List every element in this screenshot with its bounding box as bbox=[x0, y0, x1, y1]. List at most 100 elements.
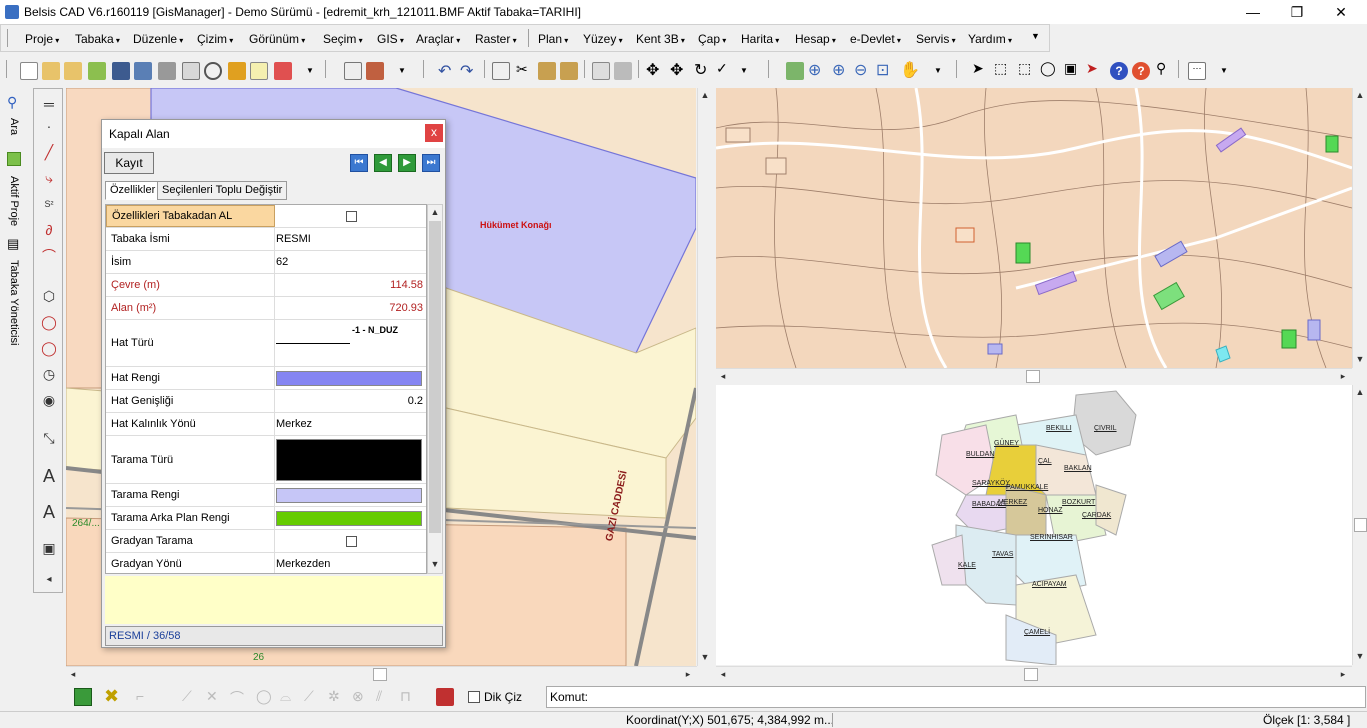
text-along-icon[interactable]: S² bbox=[40, 195, 58, 213]
tab-ara[interactable]: Ara bbox=[8, 118, 20, 135]
scroll-up-icon[interactable]: ▲ bbox=[698, 88, 712, 102]
context-help-icon[interactable]: ? bbox=[1132, 62, 1150, 80]
tab-tabaka-yoneticisi[interactable]: Tabaka Yöneticisi bbox=[8, 260, 20, 345]
eraser-icon[interactable] bbox=[592, 62, 610, 80]
paste-special-icon[interactable] bbox=[560, 62, 578, 80]
scroll-down-icon[interactable]: ▼ bbox=[428, 557, 442, 571]
polyline-tool-icon[interactable]: ⤷ bbox=[40, 169, 58, 187]
menu-yardim[interactable]: Yardım bbox=[968, 32, 1012, 46]
text-tool-icon[interactable]: A bbox=[40, 467, 58, 485]
snap-mid-icon[interactable]: ⟋ bbox=[182, 688, 192, 705]
dimension-tool-icon[interactable]: ⤡ bbox=[40, 429, 58, 447]
menu-secim[interactable]: Seçim bbox=[323, 32, 363, 46]
move-icon[interactable]: ✥ bbox=[646, 60, 659, 80]
layer-stack-icon[interactable] bbox=[436, 688, 454, 706]
color-swatch[interactable] bbox=[276, 370, 422, 386]
search-icon[interactable]: ⚲ bbox=[7, 94, 17, 111]
close-drawing-icon[interactable] bbox=[274, 62, 292, 80]
prev-record-icon[interactable]: ◀ bbox=[374, 154, 392, 172]
move-copy-icon[interactable]: ✥ bbox=[670, 60, 683, 80]
toolbar-dropdown-icon[interactable]: ▼ bbox=[934, 66, 942, 75]
property-value[interactable]: 62 bbox=[276, 251, 426, 273]
open-recent-icon[interactable] bbox=[64, 62, 82, 80]
save-button[interactable]: Kayıt bbox=[104, 152, 154, 174]
property-grid-scrollbar[interactable]: ▲ ▼ bbox=[427, 204, 443, 574]
collapse-toolbar-icon[interactable]: ◂ bbox=[40, 571, 58, 589]
snap-near-icon[interactable]: ⟋ bbox=[304, 688, 314, 705]
menu-harita[interactable]: Harita bbox=[741, 32, 779, 46]
select-window-icon[interactable]: ⬚ bbox=[994, 60, 1007, 77]
circle-3p-tool-icon[interactable]: ◯ bbox=[40, 339, 58, 357]
property-value[interactable] bbox=[276, 436, 426, 483]
scroll-up-icon[interactable]: ▲ bbox=[1353, 88, 1367, 102]
menu-cizim[interactable]: Çizim bbox=[197, 32, 233, 46]
snap-quadrant-icon[interactable]: ⊗ bbox=[352, 688, 364, 705]
scroll-right-icon[interactable]: ▸ bbox=[1336, 667, 1350, 681]
hatch-pattern-swatch[interactable] bbox=[276, 438, 422, 481]
snap-parallel-icon[interactable]: ⫽ bbox=[376, 688, 382, 705]
menu-araclar[interactable]: Araçlar bbox=[416, 32, 460, 46]
last-record-icon[interactable]: ⏭ bbox=[422, 154, 440, 172]
property-value[interactable] bbox=[276, 507, 426, 529]
curve-tool-icon[interactable]: ⌒ bbox=[40, 247, 58, 265]
copy-icon[interactable] bbox=[492, 62, 510, 80]
command-input[interactable]: Komut: bbox=[546, 686, 1366, 708]
project-icon[interactable] bbox=[7, 152, 21, 166]
undo-icon[interactable]: ↶ bbox=[438, 61, 451, 81]
menu-hesap[interactable]: Hesap bbox=[795, 32, 836, 46]
scroll-left-icon[interactable]: ◂ bbox=[716, 667, 730, 681]
new-file-icon[interactable] bbox=[20, 62, 38, 80]
menu-edevlet[interactable]: e-Devlet bbox=[850, 32, 901, 46]
binoculars-icon[interactable]: ⚲ bbox=[1156, 60, 1166, 77]
toolbar-dropdown-icon[interactable]: ▼ bbox=[1220, 66, 1228, 75]
scroll-up-icon[interactable]: ▲ bbox=[1353, 385, 1367, 399]
property-value[interactable] bbox=[276, 530, 426, 552]
province-map-vertical-scrollbar[interactable]: ▲ ▼ bbox=[1352, 385, 1367, 665]
import-icon[interactable] bbox=[88, 62, 106, 80]
main-map-vertical-scrollbar[interactable]: ▲ ▼ bbox=[697, 88, 713, 666]
layer-list-icon[interactable] bbox=[344, 62, 362, 80]
menu-kent3b[interactable]: Kent 3B bbox=[636, 32, 685, 46]
point-tool-icon[interactable]: · bbox=[40, 117, 58, 135]
arc-tool-icon[interactable]: ∂ bbox=[40, 221, 58, 239]
color-swatch[interactable] bbox=[276, 510, 422, 526]
menu-duzenle[interactable]: Düzenle bbox=[133, 32, 183, 46]
dialog-title-bar[interactable]: Kapalı Alan x bbox=[102, 120, 445, 148]
dialog-close-button[interactable]: x bbox=[425, 124, 443, 142]
help-icon[interactable]: ? bbox=[1110, 62, 1128, 80]
text-italic-tool-icon[interactable]: A bbox=[40, 503, 58, 521]
select-arrow-icon[interactable]: ➤ bbox=[972, 60, 984, 77]
scroll-left-icon[interactable]: ◂ bbox=[66, 667, 80, 681]
scroll-down-icon[interactable]: ▼ bbox=[698, 650, 712, 664]
grid-settings-icon[interactable]: ⋯ bbox=[1188, 62, 1206, 80]
scroll-down-icon[interactable]: ▼ bbox=[1353, 649, 1367, 663]
main-map-horizontal-scrollbar[interactable]: ◂ ▸ bbox=[66, 666, 697, 682]
gps-icon[interactable] bbox=[228, 62, 246, 80]
scroll-left-icon[interactable]: ◂ bbox=[716, 369, 730, 383]
layers-icon[interactable] bbox=[366, 62, 384, 80]
city-map-horizontal-scrollbar[interactable]: ◂ ▸ bbox=[716, 368, 1352, 384]
menu-plan[interactable]: Plan bbox=[538, 32, 568, 46]
scroll-down-icon[interactable]: ▼ bbox=[1353, 352, 1367, 366]
scroll-thumb[interactable] bbox=[1026, 370, 1040, 383]
polygon-tool-icon[interactable]: ⬡ bbox=[40, 287, 58, 305]
ellipse-tool-icon[interactable]: ◉ bbox=[40, 391, 58, 409]
snap-center-icon[interactable]: ◯ bbox=[256, 688, 272, 705]
cut-icon[interactable]: ✂ bbox=[516, 61, 528, 78]
toolbar-dropdown-icon[interactable]: ▼ bbox=[740, 66, 748, 75]
scroll-right-icon[interactable]: ▸ bbox=[1336, 369, 1350, 383]
menu-tabaka[interactable]: Tabaka bbox=[75, 32, 120, 46]
zoom-pan-icon[interactable]: ⊕ bbox=[808, 60, 821, 80]
snap-node-icon[interactable]: ✲ bbox=[328, 688, 340, 705]
refresh-icon[interactable] bbox=[786, 62, 804, 80]
city-map-vertical-scrollbar[interactable]: ▲ ▼ bbox=[1352, 88, 1367, 368]
toolbar-dropdown-icon[interactable]: ▼ bbox=[306, 66, 314, 75]
select-circle-icon[interactable]: ◯ bbox=[1040, 60, 1056, 77]
raster-icon[interactable] bbox=[250, 62, 268, 80]
property-value[interactable] bbox=[276, 205, 426, 227]
select-all-icon[interactable]: ▣ bbox=[1064, 60, 1077, 77]
toolbar-dropdown-icon[interactable]: ▼ bbox=[398, 66, 406, 75]
save-as-icon[interactable] bbox=[134, 62, 152, 80]
overview-map-city[interactable] bbox=[716, 88, 1352, 368]
zoom-out-icon[interactable]: ⊖ bbox=[854, 60, 867, 80]
